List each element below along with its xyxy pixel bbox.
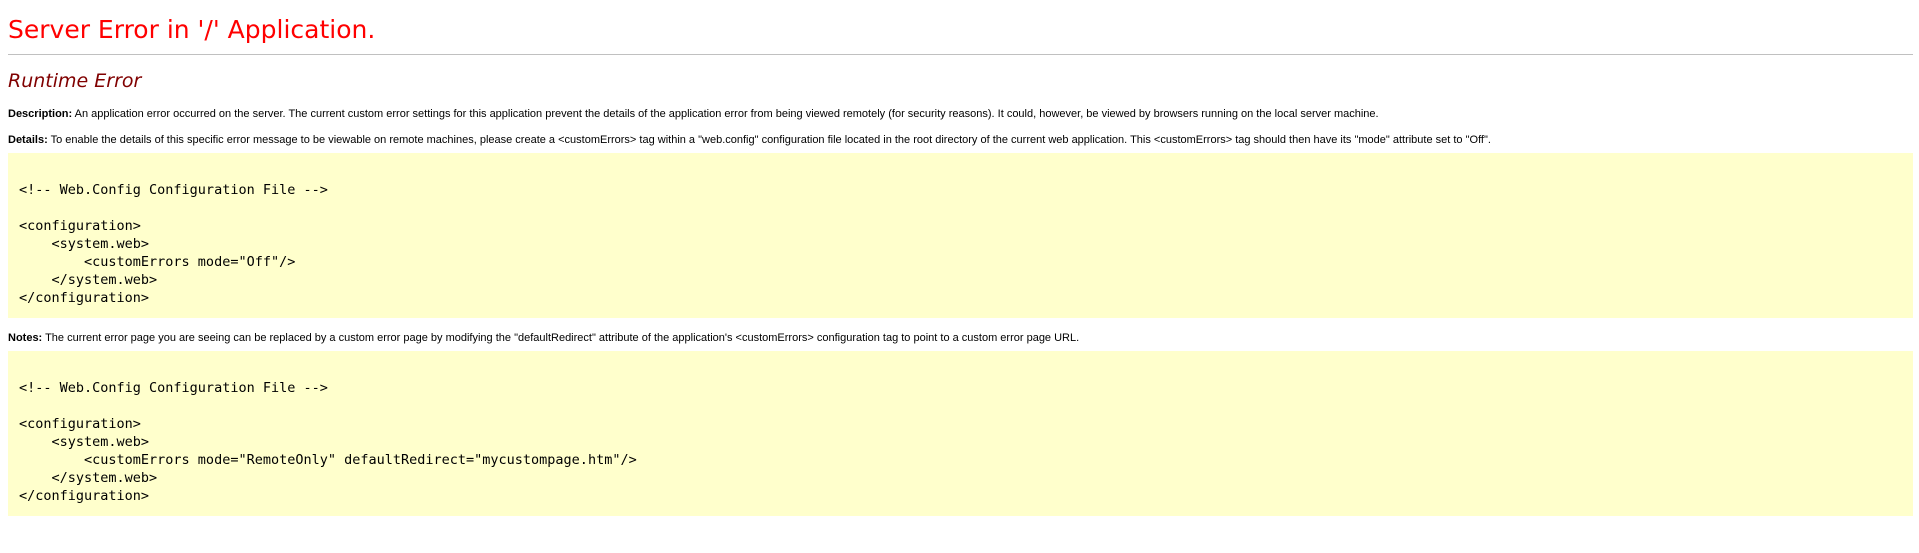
description-text: An application error occurred on the ser… — [72, 108, 1379, 120]
details-paragraph: Details: To enable the details of this s… — [8, 133, 1911, 147]
error-subtitle: Runtime Error — [8, 70, 142, 92]
config-code-block-off: <!-- Web.Config Configuration File --> <… — [8, 153, 1913, 318]
config-code-block-remoteonly: <!-- Web.Config Configuration File --> <… — [8, 351, 1913, 516]
description-label: Description: — [8, 108, 73, 120]
config-code-remoteonly: <!-- Web.Config Configuration File --> <… — [19, 380, 637, 504]
details-label: Details: — [8, 134, 48, 146]
error-page: Server Error in '/' Application. Runtime… — [0, 0, 1919, 553]
notes-text: The current error page you are seeing ca… — [42, 332, 1080, 344]
page-title: Server Error in '/' Application. — [8, 15, 376, 44]
notes-label: Notes: — [8, 332, 43, 344]
details-text: To enable the details of this specific e… — [47, 134, 1491, 146]
title-divider — [8, 54, 1913, 55]
description-paragraph: Description: An application error occurr… — [8, 107, 1911, 121]
notes-paragraph: Notes: The current error page you are se… — [8, 331, 1911, 345]
config-code-off: <!-- Web.Config Configuration File --> <… — [19, 182, 328, 306]
